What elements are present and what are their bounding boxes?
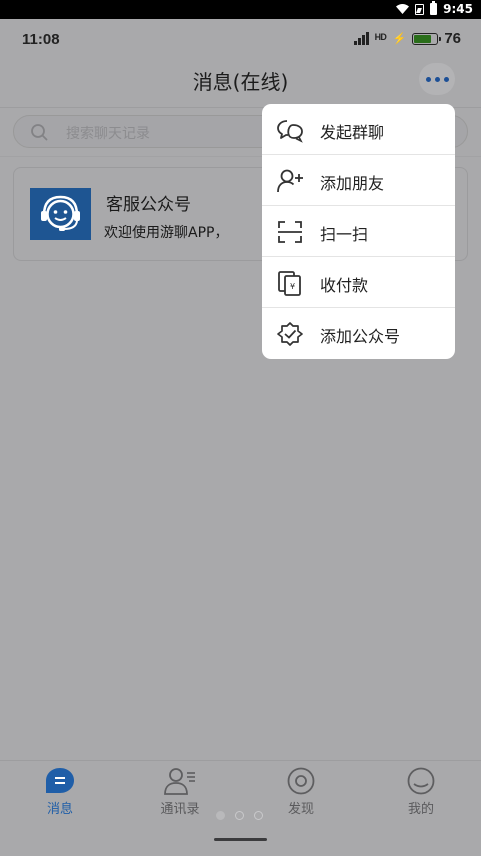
customer-service-headset-icon: [41, 195, 80, 231]
smiley-profile-icon: [404, 767, 438, 795]
battery-percent: 76: [444, 30, 461, 47]
add-friend-icon: [277, 169, 303, 193]
more-dot: [443, 76, 449, 82]
bottom-tab-bar: 消息 通讯录 发现 我的: [0, 760, 481, 856]
payment-icon: ¥: [278, 271, 301, 296]
tab-label: 我的: [407, 802, 434, 817]
more-popup-menu: 发起群聊 添加朋友 扫一扫 ¥ 收付款 添加公众号: [262, 104, 455, 359]
signal-icon: [354, 32, 370, 45]
contacts-icon: [163, 767, 197, 795]
chat-name: 客服公众号: [106, 195, 191, 215]
group-chat-icon: [277, 120, 303, 143]
sim-icon: [415, 3, 425, 15]
menu-item-add-friend[interactable]: 添加朋友: [262, 155, 455, 206]
hd-voice-icon: ᴴᴰ: [375, 31, 387, 46]
menu-item-add-official-account[interactable]: 添加公众号: [262, 308, 455, 359]
battery-icon: [430, 1, 438, 15]
menu-item-label: 添加朋友: [320, 174, 385, 193]
app-header: 消息(在线): [0, 61, 481, 107]
more-dots-icon: [425, 76, 431, 82]
menu-item-group-chat[interactable]: 发起群聊: [262, 104, 455, 155]
page-dot: [254, 811, 263, 820]
tab-label: 发现: [287, 802, 314, 817]
more-dot: [434, 76, 440, 82]
page-indicator: [216, 811, 263, 820]
scan-icon: [278, 221, 302, 243]
page-title: 消息(在线): [192, 70, 289, 94]
search-icon: [31, 124, 48, 141]
more-button[interactable]: [419, 63, 455, 95]
avatar: [30, 188, 91, 240]
svg-text:¥: ¥: [290, 282, 295, 291]
tab-contacts[interactable]: 通讯录: [140, 767, 220, 817]
chat-preview: 欢迎使用游聊APP，: [104, 225, 229, 241]
page-dot: [235, 811, 244, 820]
menu-item-label: 扫一扫: [320, 225, 369, 244]
tab-messages[interactable]: 消息: [20, 767, 100, 817]
charging-icon: ⚡: [392, 33, 407, 45]
message-icon: [43, 767, 77, 795]
status-bar: 11:08 ᴴᴰ ⚡ 76: [0, 19, 481, 61]
search-placeholder: 搜索聊天记录: [66, 126, 150, 142]
discover-icon: [284, 767, 318, 795]
system-time: 9:45: [443, 2, 473, 16]
menu-item-label: 添加公众号: [320, 327, 401, 346]
page-dot: [216, 811, 225, 820]
tab-label: 通讯录: [160, 802, 200, 817]
menu-item-scan[interactable]: 扫一扫: [262, 206, 455, 257]
menu-item-label: 发起群聊: [320, 123, 385, 142]
add-official-account-icon: [277, 322, 303, 346]
tab-discover[interactable]: 发现: [261, 767, 341, 817]
status-time: 11:08: [22, 31, 60, 48]
menu-item-label: 收付款: [320, 276, 369, 295]
home-indicator[interactable]: [214, 838, 267, 841]
battery-indicator-icon: [412, 32, 442, 45]
wifi-icon: [396, 4, 410, 14]
menu-item-payment[interactable]: ¥ 收付款: [262, 257, 455, 308]
system-status-bar: 9:45: [0, 0, 481, 19]
tab-label: 消息: [46, 802, 73, 817]
tab-profile[interactable]: 我的: [381, 767, 461, 817]
